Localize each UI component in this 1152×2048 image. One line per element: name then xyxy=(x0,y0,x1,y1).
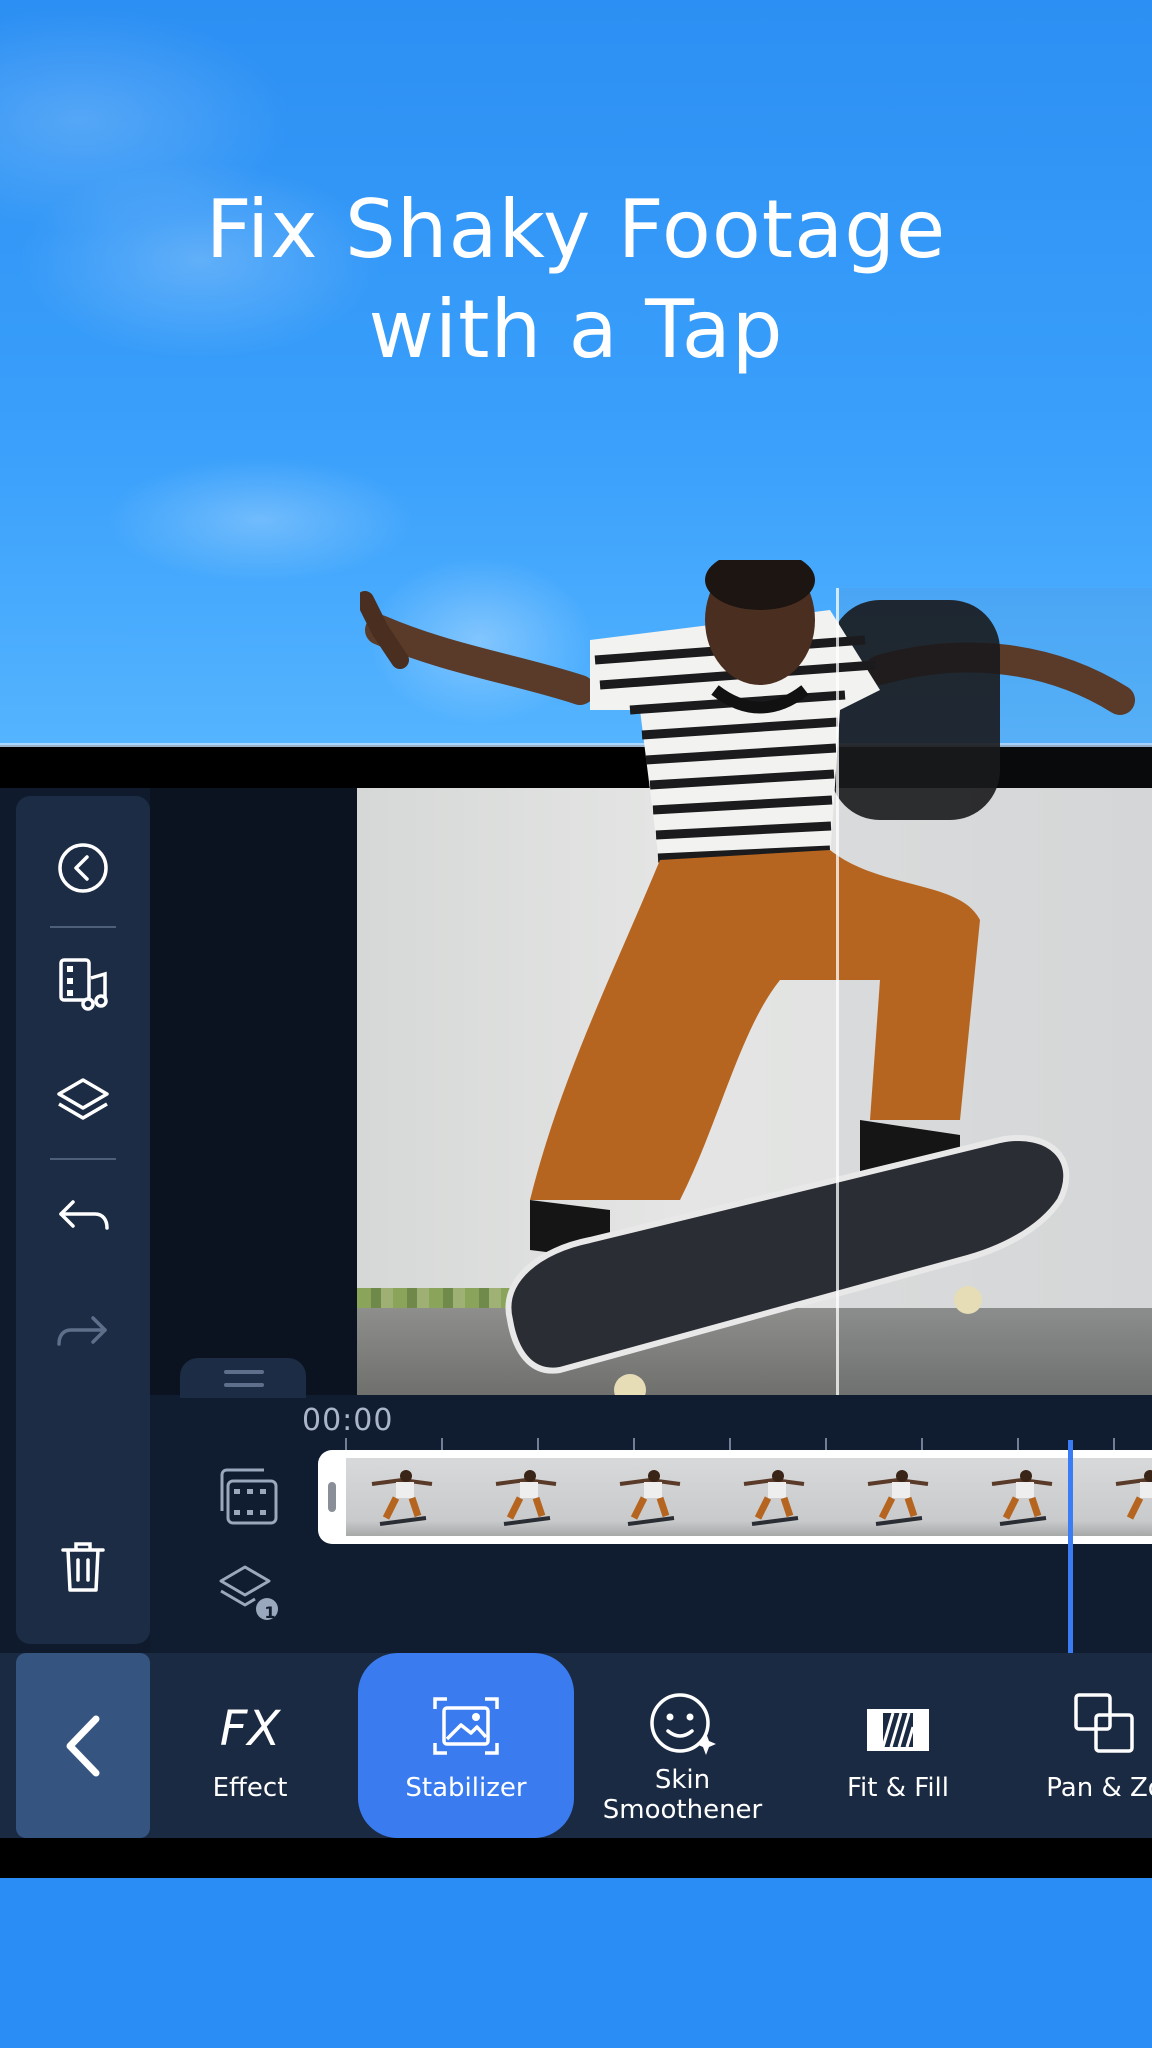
bottom-band xyxy=(0,1878,1152,2048)
undo-icon xyxy=(59,1200,109,1230)
tool-label: Stabilizer xyxy=(405,1773,527,1803)
tool-skin-smoothener[interactable]: Skin Smoothener xyxy=(590,1653,775,1838)
layers-icon xyxy=(57,1078,109,1120)
sidebar xyxy=(16,796,150,1644)
sidebar-divider xyxy=(50,1158,116,1160)
fx-icon: FX xyxy=(220,1701,282,1757)
sidebar-layers-button[interactable] xyxy=(16,1055,150,1145)
clip-thumbnails xyxy=(346,1458,1152,1536)
compare-split-line[interactable] xyxy=(836,588,839,1395)
thumbnail-frame xyxy=(743,1470,805,1526)
sidebar-back-button[interactable] xyxy=(16,823,150,913)
thumbnail-frame xyxy=(867,1470,929,1526)
tool-effect[interactable]: FX Effect xyxy=(175,1653,325,1838)
skin-smoothener-icon xyxy=(649,1693,716,1755)
sidebar-redo-button[interactable] xyxy=(16,1287,150,1377)
trash-icon xyxy=(61,1542,105,1592)
tool-label: Skin Smoothener xyxy=(602,1765,763,1825)
tool-label: Effect xyxy=(212,1773,288,1803)
media-music-icon xyxy=(59,958,108,1011)
drag-handle-icon xyxy=(224,1370,264,1396)
headline: Fix Shaky Footage with a Tap xyxy=(0,180,1152,380)
thumbnail-frame xyxy=(371,1470,433,1526)
pan-zoom-icon xyxy=(1074,1693,1134,1753)
tool-label: Fit & Fill xyxy=(846,1773,950,1803)
svg-text:FX: FX xyxy=(220,1701,282,1757)
chevron-left-icon xyxy=(66,1715,100,1776)
tool-pan-zoom[interactable]: Pan & Zo xyxy=(1030,1653,1152,1838)
stabilizer-icon xyxy=(433,1697,499,1755)
tool-stabilizer[interactable]: Stabilizer xyxy=(358,1653,574,1838)
thumbnail-frame xyxy=(619,1470,681,1526)
thumbnail-frame xyxy=(991,1470,1053,1526)
timecode: 00:00 xyxy=(302,1403,394,1438)
playhead[interactable] xyxy=(1068,1440,1073,1655)
toolbar-back-button[interactable] xyxy=(16,1653,150,1838)
headline-line-2: with a Tap xyxy=(368,283,784,376)
headline-line-1: Fix Shaky Footage xyxy=(205,183,947,276)
thumbnail-frame xyxy=(495,1470,557,1526)
sidebar-divider xyxy=(50,926,116,928)
tool-fit-fill[interactable]: Fit & Fill xyxy=(820,1653,976,1838)
fit-fill-icon xyxy=(867,1709,929,1751)
back-circle-icon xyxy=(58,843,108,893)
overlay-track-icon: 1 xyxy=(210,1553,290,1633)
skateboarder-image xyxy=(360,560,1135,1406)
sidebar-media-button[interactable] xyxy=(16,939,150,1029)
sidebar-delete-button[interactable] xyxy=(16,1522,150,1612)
thumbnail-frame xyxy=(1115,1470,1152,1520)
sidebar-undo-button[interactable] xyxy=(16,1171,150,1261)
redo-icon xyxy=(57,1316,107,1346)
video-track-icon xyxy=(210,1457,290,1537)
tool-label: Pan & Zo xyxy=(1046,1773,1152,1803)
bottom-toolbar xyxy=(0,1653,1152,1838)
clip-trim-handle[interactable] xyxy=(328,1482,336,1512)
overlay-count-badge: 1 xyxy=(264,1603,276,1622)
